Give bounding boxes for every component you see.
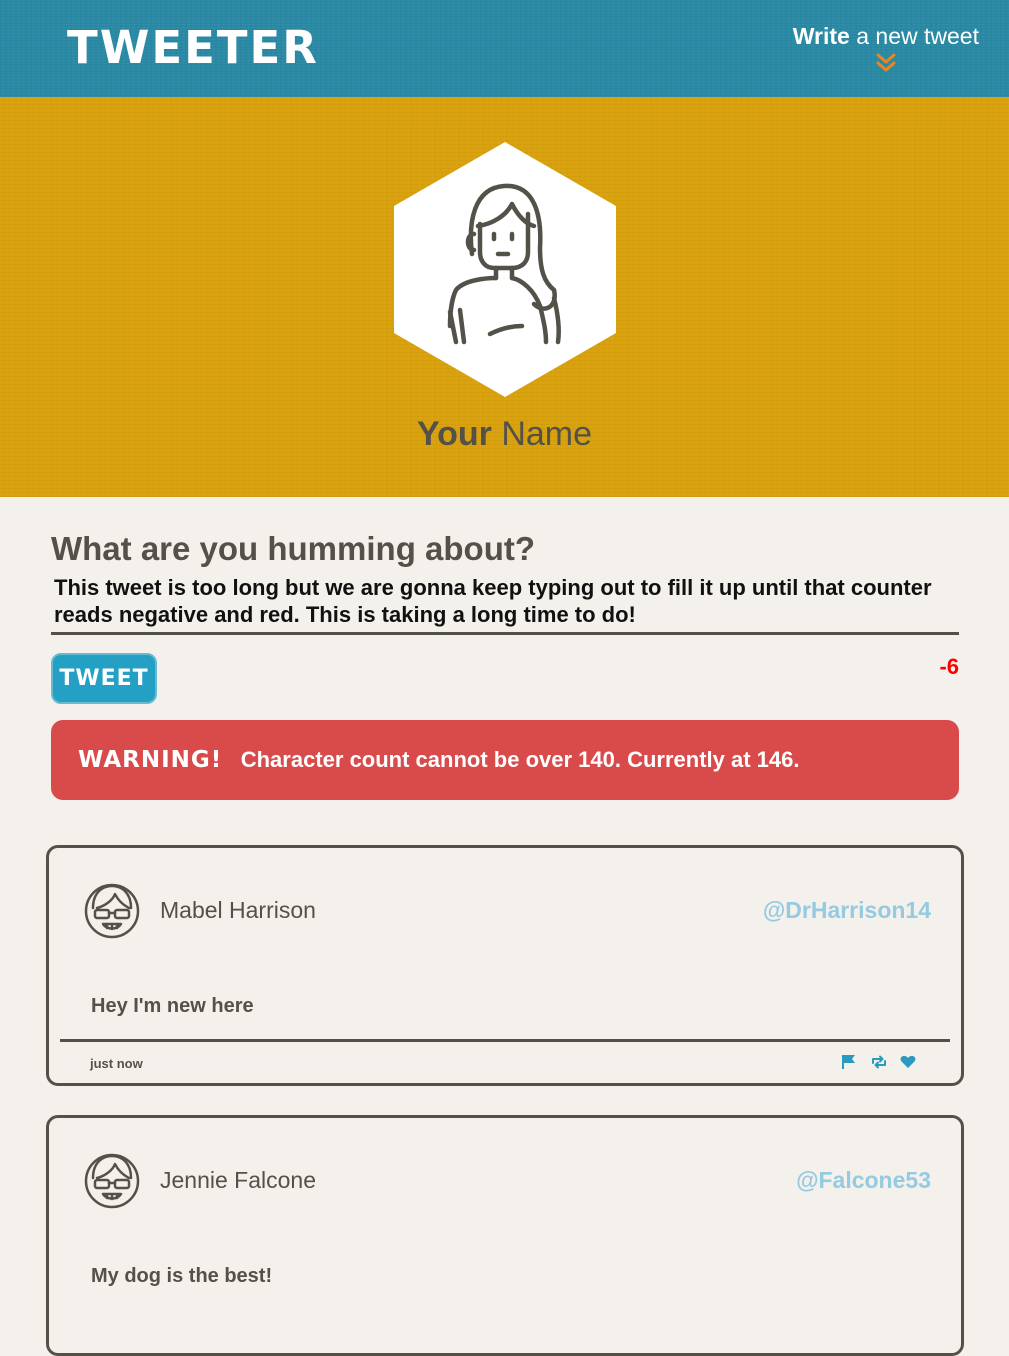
profile-header: Your Name bbox=[0, 97, 1009, 497]
retweet-icon[interactable] bbox=[871, 1054, 887, 1070]
error-alert-message: Character count cannot be over 140. Curr… bbox=[240, 747, 800, 772]
flag-icon[interactable] bbox=[841, 1054, 857, 1070]
tweet-author-handle[interactable]: @DrHarrison14 bbox=[763, 894, 931, 926]
profile-name: Your Name bbox=[0, 413, 1009, 455]
heart-icon[interactable] bbox=[900, 1054, 916, 1070]
tweet-card: Mabel Harrison @DrHarrison14 Hey I'm new… bbox=[46, 845, 964, 1086]
tweet-composer: What are you humming about? This tweet i… bbox=[51, 527, 959, 800]
tweet-actions bbox=[832, 1054, 916, 1072]
tweet-author-name: Mabel Harrison bbox=[160, 897, 316, 923]
sunglasses-avatar-icon bbox=[84, 1153, 140, 1209]
woman-avatar-icon bbox=[394, 142, 616, 397]
app-logo: TWEETER bbox=[67, 21, 319, 74]
sunglasses-avatar-icon bbox=[84, 883, 140, 939]
tweet-body: Hey I'm new here bbox=[91, 995, 254, 1017]
tweet-card: Jennie Falcone @Falcone53 My dog is the … bbox=[46, 1115, 964, 1356]
write-tweet-label[interactable]: Write a new tweet bbox=[793, 20, 979, 52]
write-tweet-toggle[interactable]: Write a new tweet bbox=[793, 20, 979, 74]
tweet-textarea[interactable]: This tweet is too long but we are gonna … bbox=[51, 574, 959, 635]
tweet-timestamp: just now bbox=[90, 1056, 143, 1071]
tweet-author-name: Jennie Falcone bbox=[160, 1167, 316, 1193]
error-alert: WARNING! Character count cannot be over … bbox=[51, 720, 959, 800]
write-tweet-light: a new tweet bbox=[856, 23, 979, 49]
tweet-body: My dog is the best! bbox=[91, 1265, 273, 1287]
tweet-divider bbox=[60, 1039, 950, 1042]
error-alert-label: WARNING! bbox=[78, 747, 223, 773]
double-chevron-down-icon[interactable] bbox=[875, 52, 897, 74]
character-counter: -6 bbox=[939, 654, 959, 679]
profile-last-name: Name bbox=[501, 415, 593, 453]
composer-heading: What are you humming about? bbox=[51, 530, 535, 567]
write-tweet-strong: Write bbox=[792, 23, 850, 49]
top-nav: TWEETER Write a new tweet bbox=[0, 0, 1009, 97]
profile-first-name: Your bbox=[416, 415, 492, 453]
tweet-submit-button[interactable]: TWEET bbox=[51, 653, 157, 704]
tweet-author-handle[interactable]: @Falcone53 bbox=[796, 1164, 931, 1196]
